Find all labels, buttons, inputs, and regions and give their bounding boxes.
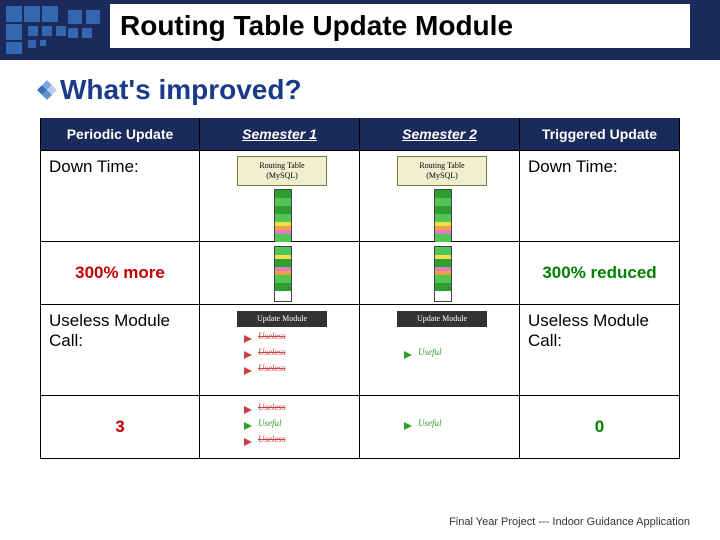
header-semester-2: Semester 2 bbox=[360, 118, 520, 150]
pct-more: 300% more bbox=[40, 242, 200, 304]
db-box-icon: Routing Table (MySQL) bbox=[397, 156, 487, 186]
diagram-sem2-useless: Update Module Useful bbox=[360, 305, 520, 395]
useless-tag: Useless bbox=[258, 331, 286, 341]
slide-title: Routing Table Update Module bbox=[110, 4, 690, 48]
stack-bar-icon bbox=[274, 189, 292, 241]
header-periodic: Periodic Update bbox=[40, 118, 200, 150]
db-box-icon: Routing Table (MySQL) bbox=[237, 156, 327, 186]
useful-tag: Useful bbox=[258, 418, 282, 428]
decor-squares bbox=[4, 4, 114, 56]
stack-bar-icon bbox=[274, 246, 292, 302]
arrow-icon bbox=[404, 422, 412, 430]
comparison-table: Periodic Update Semester 1 Semester 2 Tr… bbox=[40, 118, 680, 459]
update-module-box: Update Module bbox=[237, 311, 327, 327]
footer-text: Final Year Project --- Indoor Guidance A… bbox=[449, 516, 690, 528]
subtitle-text: What's improved? bbox=[60, 74, 302, 105]
useful-tag: Useful bbox=[418, 418, 442, 428]
arrow-icon bbox=[244, 351, 252, 359]
useless-tag: Useless bbox=[258, 363, 286, 373]
diagram-sem2-pct bbox=[360, 242, 520, 304]
header-semester-1: Semester 1 bbox=[200, 118, 360, 150]
db-label-1: Routing Table bbox=[419, 161, 464, 170]
count-left: 3 bbox=[40, 396, 200, 458]
diagram-sem1-downtime: Routing Table (MySQL) bbox=[200, 151, 360, 241]
diagram-sem1-count: Useless Useful Useless bbox=[200, 396, 360, 458]
bullet-diamond-icon bbox=[37, 80, 57, 100]
arrow-icon bbox=[244, 335, 252, 343]
arrow-icon bbox=[244, 438, 252, 446]
downtime-row: Down Time: Routing Table (MySQL) Routing… bbox=[40, 151, 680, 242]
arrow-icon bbox=[244, 406, 252, 414]
table-header-row: Periodic Update Semester 1 Semester 2 Tr… bbox=[40, 118, 680, 151]
useless-row: Useless Module Call: Update Module Usele… bbox=[40, 305, 680, 396]
arrow-icon bbox=[404, 351, 412, 359]
count-right: 0 bbox=[520, 396, 680, 458]
header-triggered: Triggered Update bbox=[520, 118, 680, 150]
subtitle: What's improved? bbox=[40, 74, 302, 106]
arrow-icon bbox=[244, 422, 252, 430]
useless-tag: Useless bbox=[258, 434, 286, 444]
update-module-box: Update Module bbox=[397, 311, 487, 327]
arrow-icon bbox=[244, 367, 252, 375]
pct-row: 300% more 300% reduced bbox=[40, 242, 680, 305]
db-label-2: (MySQL) bbox=[426, 171, 458, 180]
db-label-2: (MySQL) bbox=[266, 171, 298, 180]
useless-label-right: Useless Module Call: bbox=[520, 305, 680, 395]
diagram-sem1-useless: Update Module Useless Useless Useless bbox=[200, 305, 360, 395]
diagram-sem2-count: Useful bbox=[360, 396, 520, 458]
useful-tag: Useful bbox=[418, 347, 442, 357]
downtime-label-right: Down Time: bbox=[520, 151, 680, 241]
count-row: 3 Useless Useful Useless Useful 0 bbox=[40, 396, 680, 459]
stack-bar-icon bbox=[434, 246, 452, 302]
useless-label-left: Useless Module Call: bbox=[40, 305, 200, 395]
pct-reduced: 300% reduced bbox=[520, 242, 680, 304]
title-bar: Routing Table Update Module bbox=[0, 0, 720, 60]
stack-bar-icon bbox=[434, 189, 452, 241]
useless-tag: Useless bbox=[258, 402, 286, 412]
db-label-1: Routing Table bbox=[259, 161, 304, 170]
downtime-label-left: Down Time: bbox=[40, 151, 200, 241]
diagram-sem1-pct bbox=[200, 242, 360, 304]
diagram-sem2-downtime: Routing Table (MySQL) bbox=[360, 151, 520, 241]
useless-tag: Useless bbox=[258, 347, 286, 357]
